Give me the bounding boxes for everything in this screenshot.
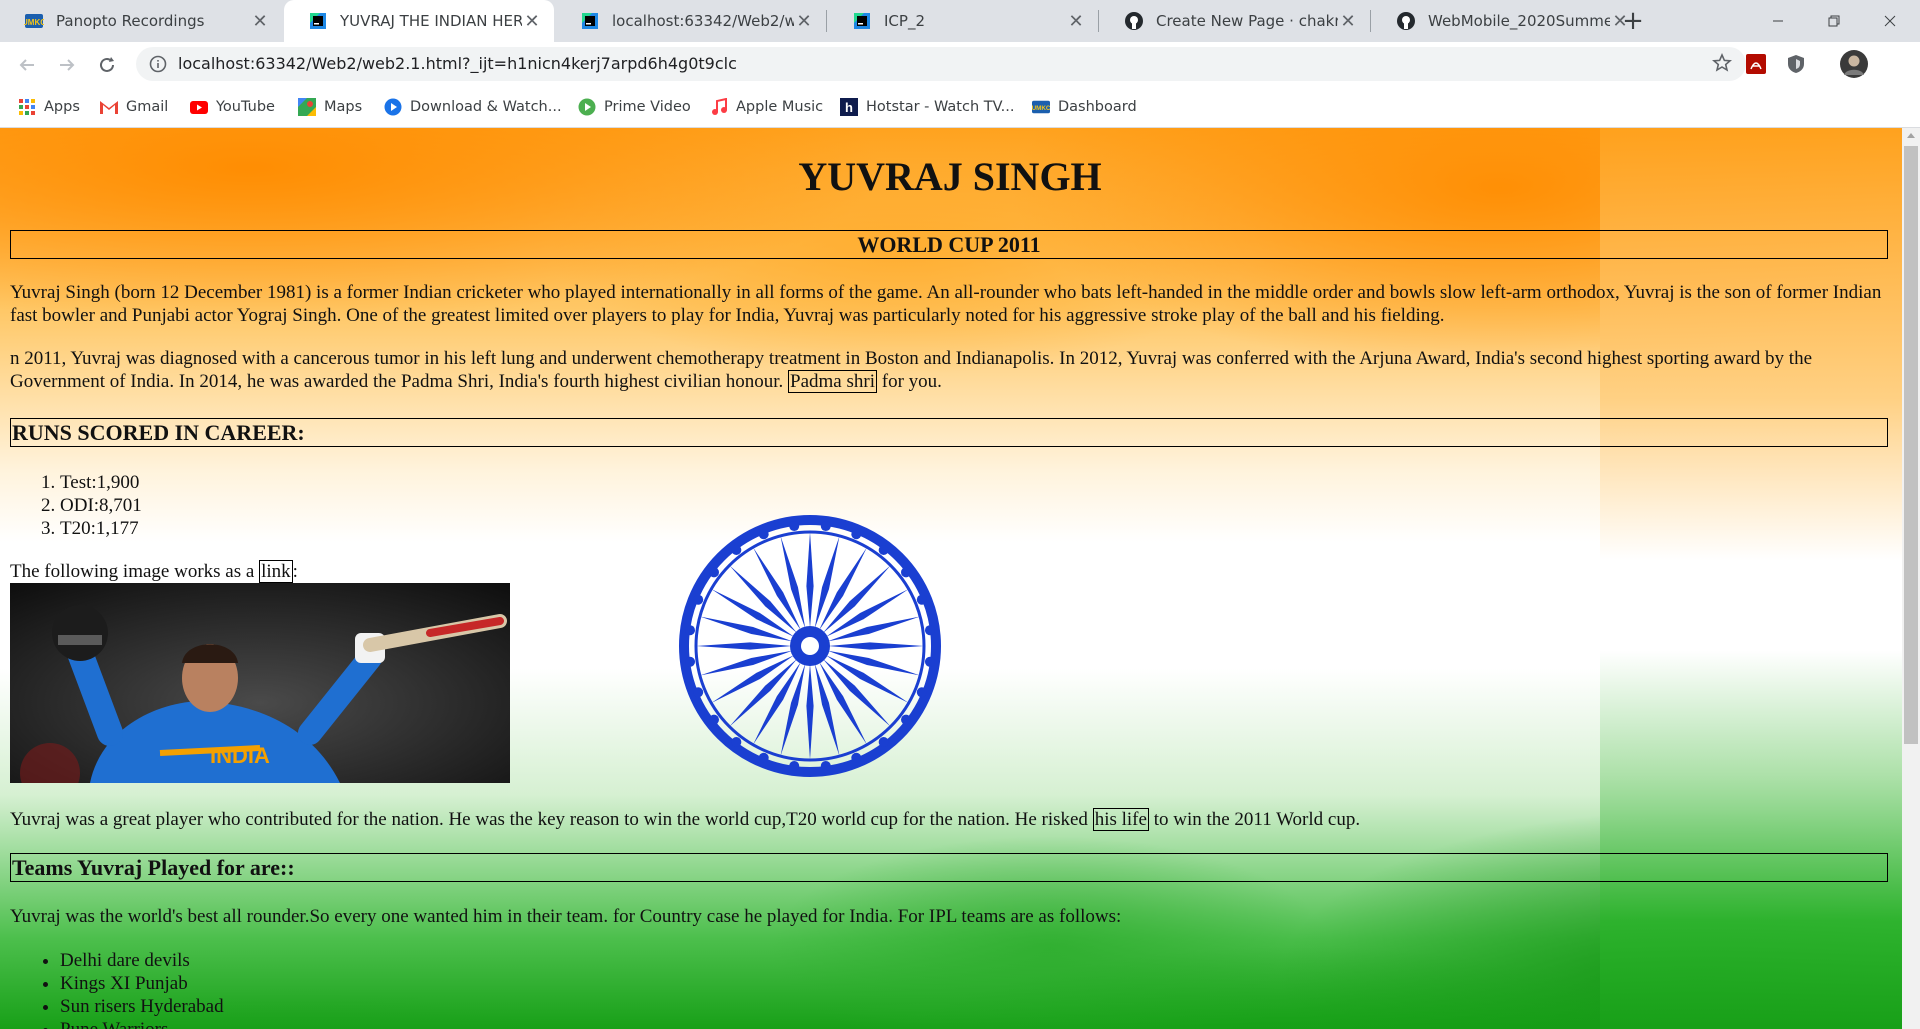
teams-paragraph: Yuvraj was the world's best all rounder.…	[10, 906, 1122, 927]
svg-text:INDIA: INDIA	[210, 743, 270, 768]
bookmarks-bar: Apps Gmail YouTube Maps Download & Watch…	[0, 87, 1920, 128]
bookmark-download-watch[interactable]: Download & Watch...	[384, 96, 562, 118]
page-scrollbar[interactable]	[1902, 128, 1920, 1029]
webstorm-icon	[580, 11, 600, 31]
close-tab-icon[interactable]: ✕	[1066, 11, 1086, 32]
close-tab-icon[interactable]: ✕	[794, 11, 814, 32]
teams-list: Delhi dare devils Kings XI Punjab Sun ri…	[10, 949, 224, 1029]
restore-button[interactable]	[1806, 0, 1862, 42]
profile-avatar[interactable]	[1838, 48, 1870, 80]
bookmark-apple-music[interactable]: Apple Music	[710, 96, 823, 118]
reload-button[interactable]	[92, 50, 122, 80]
reload-icon	[100, 57, 114, 72]
tab-localhost[interactable]: localhost:63342/Web2/web2.1.html ✕	[556, 0, 826, 42]
achievements-paragraph: n 2011, Yuvraj was diagnosed with a canc…	[10, 348, 1813, 393]
hotstar-icon: h	[840, 98, 858, 116]
world-cup-heading: WORLD CUP 2011	[10, 230, 1888, 259]
list-item: Delhi dare devils	[60, 949, 224, 972]
umkc-icon: UMKC	[24, 11, 44, 31]
youtube-icon	[190, 98, 208, 116]
close-icon	[1884, 15, 1896, 27]
contribution-paragraph: Yuvraj was a great player who contribute…	[10, 808, 1361, 831]
restore-icon	[1828, 15, 1840, 27]
minimize-icon	[1773, 20, 1783, 22]
prime-video-icon	[578, 98, 596, 116]
back-button[interactable]	[12, 50, 42, 80]
svg-text:UMKC: UMKC	[24, 18, 44, 27]
bio-paragraph: Yuvraj Singh (born 12 December 1981) is …	[10, 282, 1882, 326]
tab-separator	[1370, 10, 1371, 32]
maps-icon	[298, 98, 316, 116]
tab-yuvraj[interactable]: YUVRAJ THE INDIAN HERO ✕	[284, 0, 554, 42]
bookmark-hotstar[interactable]: h Hotstar - Watch TV...	[840, 96, 1014, 118]
gmail-icon	[100, 98, 118, 116]
svg-text:UMKC: UMKC	[1032, 105, 1050, 112]
apps-grid-icon	[18, 98, 36, 116]
tab-icp2[interactable]: ICP_2 ✕	[828, 0, 1098, 42]
his-life-link[interactable]: his life	[1092, 808, 1149, 831]
list-item: Kings XI Punjab	[60, 972, 224, 995]
new-tab-button[interactable]: +	[1618, 6, 1648, 36]
webstorm-icon	[308, 11, 328, 31]
webstorm-icon	[852, 11, 872, 31]
list-item: ODI:8,701	[60, 494, 142, 517]
back-arrow-icon	[19, 59, 34, 71]
scroll-up-arrow-icon[interactable]	[1907, 133, 1915, 138]
scrollbar-thumb[interactable]	[1904, 146, 1918, 744]
runs-heading: RUNS SCORED IN CAREER:	[10, 418, 1888, 447]
bookmark-prime-video[interactable]: Prime Video	[578, 96, 691, 118]
browser-toolbar: localhost:63342/Web2/web2.1.html?_ijt=h1…	[0, 42, 1920, 87]
address-bar[interactable]: localhost:63342/Web2/web2.1.html?_ijt=h1…	[136, 47, 1746, 81]
tab-separator	[826, 10, 827, 32]
yuvraj-photo-link[interactable]: INDIA	[10, 583, 510, 783]
umkc-icon: UMKC	[1032, 98, 1050, 116]
padma-shri-link[interactable]: Padma shri	[788, 370, 877, 393]
bookmark-star-icon[interactable]	[1712, 53, 1732, 77]
close-tab-icon[interactable]: ✕	[250, 11, 270, 32]
page-viewport: YUVRAJ SINGH WORLD CUP 2011 Yuvraj Singh…	[0, 128, 1902, 1029]
list-item: Test:1,900	[60, 471, 142, 494]
tab-separator	[1098, 10, 1099, 32]
download-play-icon	[384, 98, 402, 116]
music-note-icon	[710, 98, 728, 116]
url-text: localhost:63342/Web2/web2.1.html?_ijt=h1…	[178, 54, 737, 73]
forward-arrow-icon	[60, 59, 75, 71]
list-item: T20:1,177	[60, 517, 142, 540]
tab-github-wiki[interactable]: WebMobile_2020Summer/Wiki ✕	[1372, 0, 1642, 42]
shield-extension-icon[interactable]	[1782, 50, 1810, 78]
bookmark-dashboard[interactable]: UMKC Dashboard	[1032, 96, 1137, 118]
page-title: YUVRAJ SINGH	[798, 154, 1102, 199]
site-info-icon[interactable]	[149, 55, 167, 77]
bookmark-gmail[interactable]: Gmail	[100, 96, 168, 118]
bookmark-maps[interactable]: Maps	[298, 96, 362, 118]
tab-strip: UMKC Panopto Recordings ✕ YUVRAJ THE IND…	[0, 0, 1920, 42]
image-link-caption: The following image works as a link:	[10, 560, 298, 583]
svg-text:h: h	[845, 100, 853, 115]
github-icon	[1124, 11, 1144, 31]
image-link[interactable]: link	[259, 560, 293, 583]
bookmark-apps[interactable]: Apps	[18, 96, 80, 118]
runs-list: Test:1,900 ODI:8,701 T20:1,177	[10, 471, 142, 540]
minimize-button[interactable]	[1750, 0, 1806, 42]
acrobat-extension-icon[interactable]	[1742, 50, 1770, 78]
close-tab-icon[interactable]: ✕	[1338, 11, 1358, 32]
list-item: Pune Warriors	[60, 1018, 224, 1029]
close-window-button[interactable]	[1862, 0, 1918, 42]
github-icon	[1396, 11, 1416, 31]
list-item: Sun risers Hyderabad	[60, 995, 224, 1018]
ashoka-chakra-image	[679, 515, 941, 777]
tab-panopto[interactable]: UMKC Panopto Recordings ✕	[0, 0, 282, 42]
teams-heading: Teams Yuvraj Played for are::	[10, 853, 1888, 882]
bookmark-youtube[interactable]: YouTube	[190, 96, 275, 118]
forward-button[interactable]	[52, 50, 82, 80]
tab-github-new-page[interactable]: Create New Page · chakradhar ✕	[1100, 0, 1370, 42]
close-tab-icon[interactable]: ✕	[522, 11, 542, 32]
